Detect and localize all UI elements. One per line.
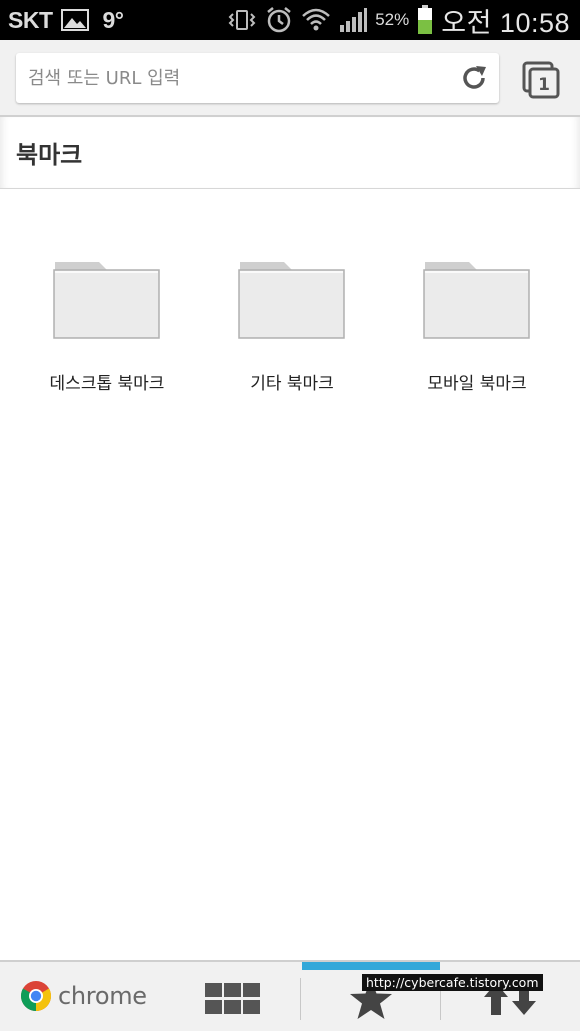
chrome-logo-icon bbox=[20, 981, 52, 1011]
gallery-notification-icon bbox=[60, 8, 89, 32]
folder-desktop-bookmarks[interactable]: 데스크톱 북마크 bbox=[14, 258, 200, 398]
grid-icon bbox=[205, 983, 260, 1014]
bottom-nav-bar: chrome http://cybercafe.tistory.com bbox=[0, 960, 580, 1031]
page-title: 북마크 bbox=[16, 141, 83, 169]
watermark-label: http://cybercafe.tistory.com bbox=[362, 974, 543, 991]
folder-label: 모바일 북마크 bbox=[427, 374, 527, 394]
folder-icon bbox=[423, 262, 530, 339]
most-visited-button[interactable] bbox=[180, 968, 286, 1030]
status-bar: SKT 9° 52% 오전 10:58 bbox=[0, 0, 580, 40]
bookmarks-header: 북마크 bbox=[0, 117, 580, 189]
folder-icon bbox=[53, 262, 160, 339]
brand-label: chrome bbox=[58, 982, 147, 1010]
toolbar: 1 bbox=[0, 40, 580, 117]
tab-switcher-icon: 1 bbox=[522, 61, 560, 99]
wifi-icon bbox=[301, 6, 331, 34]
tab-count: 1 bbox=[538, 75, 550, 95]
temperature-label: 9° bbox=[102, 6, 125, 33]
folder-mobile-bookmarks[interactable]: 모바일 북마크 bbox=[384, 258, 570, 398]
folder-label: 데스크톱 북마크 bbox=[49, 374, 165, 394]
battery-percent: 52% bbox=[375, 10, 410, 29]
status-bar-right: 52% 오전 10:58 bbox=[227, 0, 570, 40]
vibrate-icon bbox=[227, 8, 257, 32]
signal-icon bbox=[339, 7, 368, 33]
folder-other-bookmarks[interactable]: 기타 북마크 bbox=[199, 258, 385, 398]
status-bar-left: SKT 9° bbox=[0, 7, 124, 34]
tab-switcher-button[interactable]: 1 bbox=[521, 60, 561, 100]
chrome-brand: chrome bbox=[20, 980, 147, 1012]
folder-icon bbox=[238, 262, 345, 339]
url-input[interactable] bbox=[16, 58, 436, 98]
clock: 오전 10:58 bbox=[441, 7, 570, 38]
carrier-label: SKT bbox=[8, 6, 53, 33]
folder-label: 기타 북마크 bbox=[250, 374, 334, 394]
reload-icon[interactable] bbox=[459, 63, 489, 93]
alarm-icon bbox=[265, 6, 293, 34]
battery-icon bbox=[417, 5, 433, 35]
omnibox[interactable] bbox=[16, 53, 499, 103]
nav-divider bbox=[300, 978, 301, 1020]
